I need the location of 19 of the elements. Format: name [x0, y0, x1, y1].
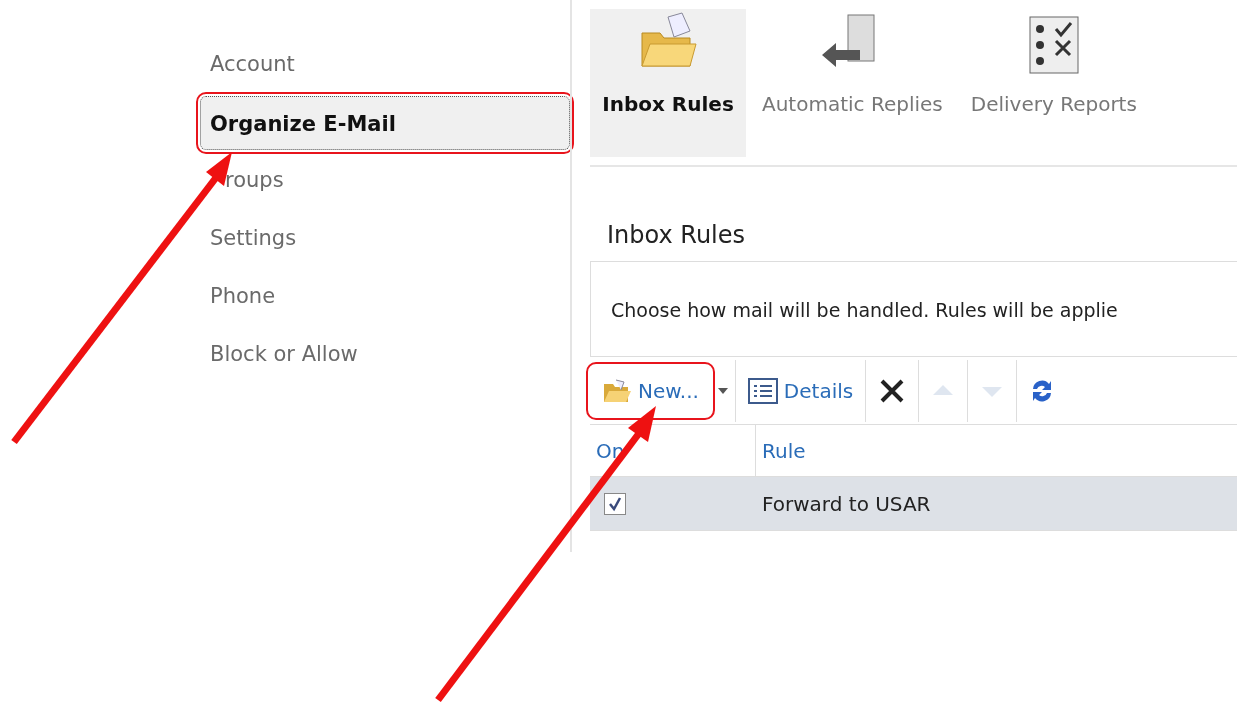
open-folder-icon: [602, 377, 632, 404]
tab[interactable]: Inbox Rules: [590, 9, 746, 157]
tab[interactable]: Delivery Reports: [958, 9, 1149, 157]
table-cell-text: Forward to USAR: [761, 490, 931, 518]
caret-icon: [716, 386, 729, 395]
description-text: Choose how mail will be handled. Rules will be applie: [611, 299, 1118, 321]
sidebar-item[interactable]: Phone: [200, 268, 570, 326]
checklist-icon: [1027, 15, 1080, 75]
sidebar-item[interactable]: Account: [200, 36, 570, 94]
sidebar-item[interactable]: Settings: [200, 210, 570, 268]
checkbox[interactable]: [604, 492, 626, 515]
new-button[interactable]: New...: [590, 365, 711, 416]
column-header[interactable]: Rule: [756, 425, 806, 476]
details-button[interactable]: Details: [735, 365, 866, 416]
section-title: Inbox Rules: [607, 220, 747, 251]
list-icon: [747, 377, 778, 404]
sidebar-item[interactable]: Block or Allow: [200, 326, 570, 384]
sidebar-item[interactable]: roups: [200, 152, 570, 210]
tab[interactable]: Automatic Replies: [750, 9, 955, 157]
